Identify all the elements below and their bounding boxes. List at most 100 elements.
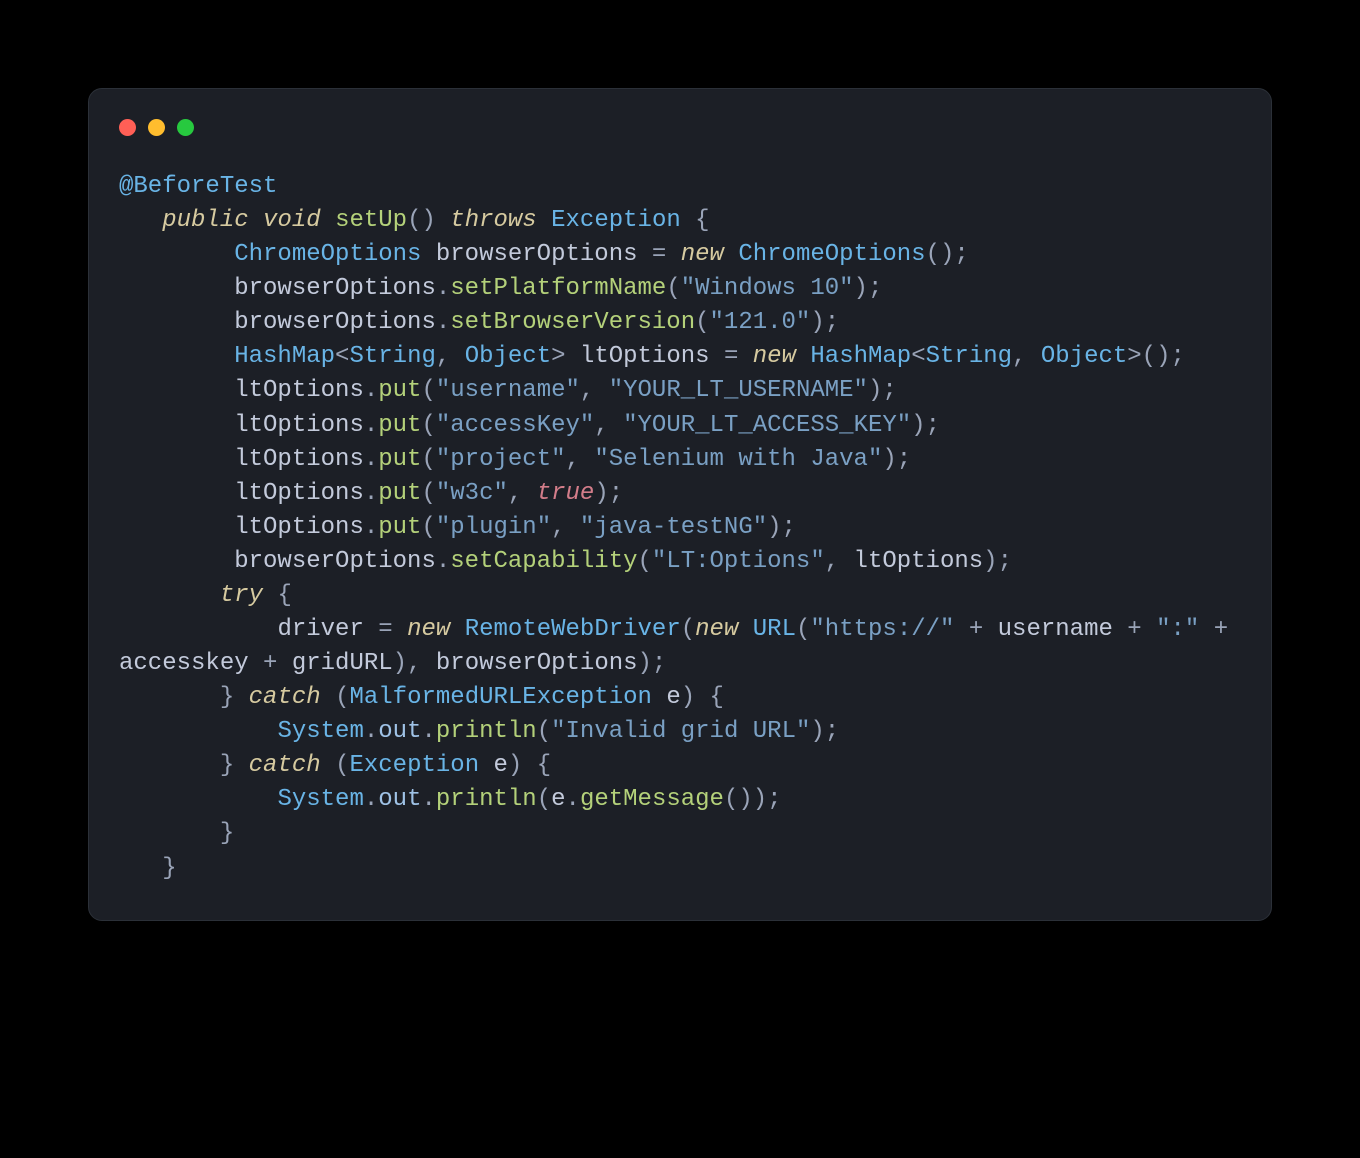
code-token-punct: ); — [911, 412, 940, 439]
code-token-punct: ) — [508, 752, 522, 779]
code-token-ident: accesskey — [119, 650, 249, 677]
code-token-punct: = — [652, 241, 666, 268]
code-token-str: "project" — [436, 446, 566, 473]
code-token-type: MalformedURLException — [349, 684, 651, 711]
code-token-method: put — [378, 412, 421, 439]
minimize-icon[interactable] — [148, 119, 165, 136]
code-token-type: Object — [1041, 343, 1127, 370]
code-token-str: "YOUR_LT_ACCESS_KEY" — [623, 412, 911, 439]
code-token-punct: + — [1214, 616, 1228, 643]
code-token-kw: try — [220, 582, 263, 609]
code-token-punct: ( — [695, 309, 709, 336]
code-token-punct: { — [710, 684, 724, 711]
code-token-punct: } — [220, 752, 234, 779]
code-token-punct: ( — [421, 377, 435, 404]
code-token-method: setBrowserVersion — [450, 309, 695, 336]
code-token-punct: . — [566, 786, 580, 813]
code-window: @BeforeTest public void setUp() throws E… — [88, 88, 1272, 921]
code-token-str: "w3c" — [436, 480, 508, 507]
code-token-punct: } — [220, 684, 234, 711]
code-token-ident: ltOptions — [234, 446, 364, 473]
code-token-method: put — [378, 514, 421, 541]
code-token-ident: e — [494, 752, 508, 779]
code-token-punct: >(); — [1127, 343, 1185, 370]
code-token-type: Exception — [349, 752, 479, 779]
code-token-type: System — [277, 718, 363, 745]
code-token-punct: . — [436, 275, 450, 302]
code-token-punct: () — [407, 207, 436, 234]
zoom-icon[interactable] — [177, 119, 194, 136]
code-token-ident: e — [551, 786, 565, 813]
code-token-punct: , — [508, 480, 537, 507]
code-token-method: setUp — [335, 207, 407, 234]
code-token-method: put — [378, 446, 421, 473]
code-token-punct: { — [695, 207, 709, 234]
code-token-punct: ); — [983, 548, 1012, 575]
code-token-punct: } — [220, 820, 234, 847]
code-token-ident: ltOptions — [234, 412, 364, 439]
code-token-kw: catch — [249, 752, 321, 779]
close-icon[interactable] — [119, 119, 136, 136]
code-token-ident: username — [998, 616, 1113, 643]
code-token-method: setCapability — [450, 548, 637, 575]
code-token-str: "Selenium with Java" — [594, 446, 882, 473]
code-token-ident: ltOptions — [854, 548, 984, 575]
code-token-str: "121.0" — [710, 309, 811, 336]
code-token-punct: . — [364, 514, 378, 541]
code-token-str: ":" — [1156, 616, 1199, 643]
code-token-punct: . — [364, 718, 378, 745]
code-token-punct: . — [364, 786, 378, 813]
code-token-punct: . — [436, 548, 450, 575]
code-token-punct: ( — [421, 412, 435, 439]
code-token-punct: } — [162, 855, 176, 882]
code-token-punct: , — [580, 377, 609, 404]
code-token-method: println — [436, 786, 537, 813]
code-token-method: put — [378, 377, 421, 404]
code-token-punct: , — [566, 446, 595, 473]
code-token-punct: ( — [421, 446, 435, 473]
code-token-punct: ( — [421, 480, 435, 507]
code-token-punct: ); — [882, 446, 911, 473]
code-token-punct: . — [436, 309, 450, 336]
code-token-punct: = — [724, 343, 738, 370]
code-token-str: "accessKey" — [436, 412, 594, 439]
code-token-punct: ( — [335, 752, 349, 779]
code-token-punct: ( — [335, 684, 349, 711]
code-token-punct: { — [537, 752, 551, 779]
code-token-punct: . — [364, 446, 378, 473]
code-token-type: ChromeOptions — [234, 241, 421, 268]
code-token-punct: (); — [926, 241, 969, 268]
code-token-punct: , — [1012, 343, 1041, 370]
code-token-ident: browserOptions — [436, 650, 638, 677]
code-token-type: HashMap — [234, 343, 335, 370]
code-token-ident: gridURL — [292, 650, 393, 677]
code-token-ident: driver — [277, 616, 363, 643]
code-token-str: "username" — [436, 377, 580, 404]
code-token-ident: ltOptions — [580, 343, 710, 370]
code-token-annot: @BeforeTest — [119, 173, 277, 200]
code-token-str: "java-testNG" — [580, 514, 767, 541]
code-token-punct: = — [378, 616, 392, 643]
code-token-type: HashMap — [810, 343, 911, 370]
code-token-punct: + — [969, 616, 983, 643]
code-token-type: ChromeOptions — [738, 241, 925, 268]
code-token-punct: . — [364, 377, 378, 404]
code-token-punct: < — [335, 343, 349, 370]
code-token-punct: ( — [796, 616, 810, 643]
code-token-method: setPlatformName — [450, 275, 666, 302]
code-token-ident: ltOptions — [234, 480, 364, 507]
code-token-ident: ltOptions — [234, 377, 364, 404]
code-token-ident: browserOptions — [234, 548, 436, 575]
code-token-punct: ); — [854, 275, 883, 302]
code-token-ident: browserOptions — [234, 275, 436, 302]
code-token-kw: catch — [249, 684, 321, 711]
code-token-punct: ); — [638, 650, 667, 677]
code-block: @BeforeTest public void setUp() throws E… — [119, 170, 1241, 886]
code-token-punct: ( — [681, 616, 695, 643]
code-token-str: "https://" — [810, 616, 954, 643]
code-token-str: "plugin" — [436, 514, 551, 541]
code-token-str: "LT:Options" — [652, 548, 825, 575]
code-token-kw: new — [407, 616, 450, 643]
code-token-punct: ), — [393, 650, 436, 677]
code-token-method: put — [378, 480, 421, 507]
